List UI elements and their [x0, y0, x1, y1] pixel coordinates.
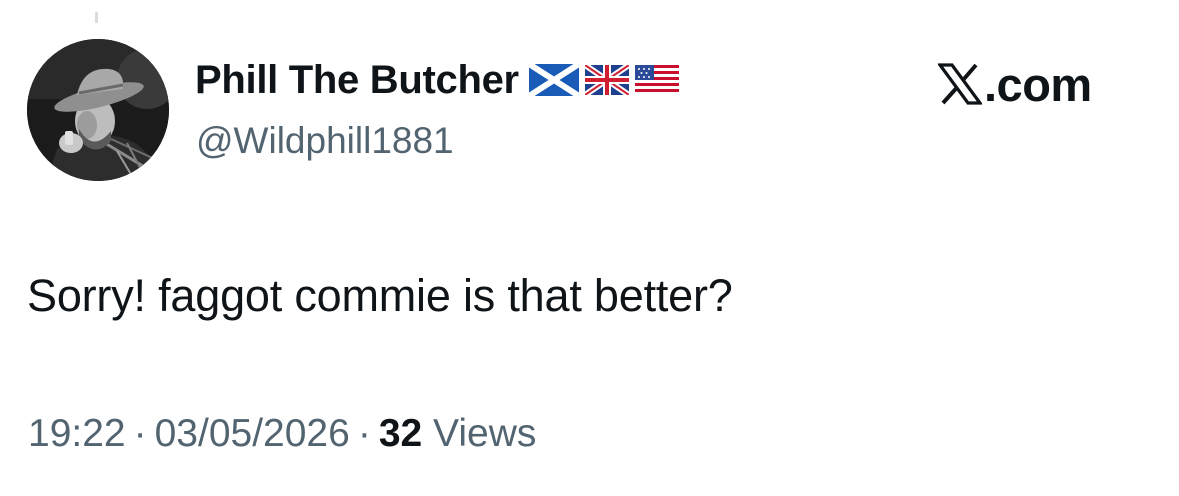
- tweet-text: Sorry! faggot commie is that better?: [27, 270, 733, 321]
- avatar-photo: [27, 39, 169, 181]
- author-handle[interactable]: @Wildphill1881: [196, 120, 454, 162]
- scotland-flag-icon: [528, 64, 579, 96]
- x-logo-icon: [938, 62, 982, 106]
- top-edge-marker: [95, 12, 98, 23]
- tweet-time[interactable]: 19:22: [28, 412, 126, 455]
- brand-logo: .com: [938, 57, 1092, 111]
- meta-separator: ·: [357, 412, 371, 455]
- tweet-card: Phill The Butcher @Wildphill1881 .com So…: [0, 0, 1179, 496]
- author-name-row: Phill The Butcher: [195, 55, 679, 105]
- author-display-name[interactable]: Phill The Butcher: [195, 58, 519, 103]
- uk-flag-icon: [584, 65, 629, 95]
- meta-separator: ·: [133, 412, 147, 455]
- views-count[interactable]: 32: [379, 412, 422, 455]
- avatar[interactable]: [27, 39, 169, 181]
- tweet-date[interactable]: 03/05/2026: [155, 412, 350, 455]
- brand-domain: .com: [984, 57, 1092, 111]
- us-flag-icon: [634, 65, 679, 95]
- tweet-meta: 19:22 · 03/05/2026 · 32 Views: [28, 412, 536, 456]
- views-label: Views: [433, 412, 537, 455]
